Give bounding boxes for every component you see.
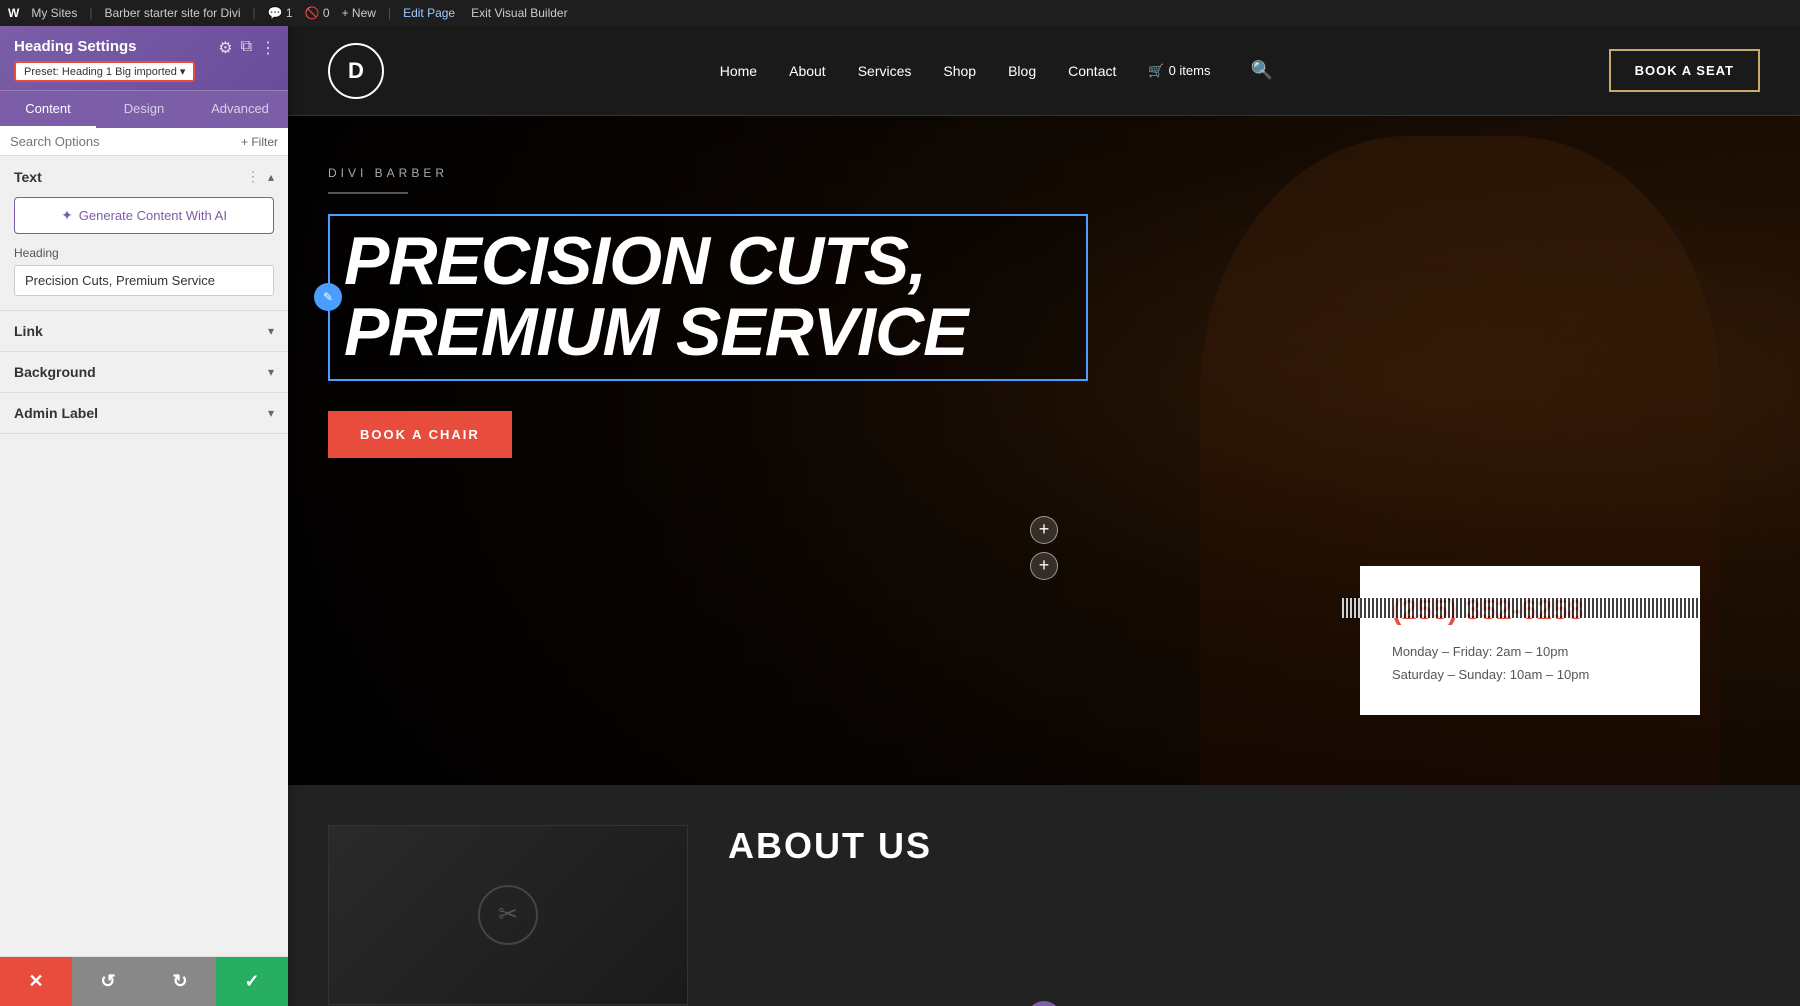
panel-footer: ✕ ↺ ↻ ✓ bbox=[0, 956, 288, 1006]
preset-badge[interactable]: Preset: Heading 1 Big imported ▾ bbox=[14, 61, 195, 82]
about-title: ABOUT US bbox=[728, 825, 932, 867]
nav-services[interactable]: Services bbox=[858, 63, 912, 79]
save-button[interactable]: ✓ bbox=[216, 957, 288, 1006]
tab-content[interactable]: Content bbox=[0, 91, 96, 128]
site-title-link[interactable]: Barber starter site for Divi bbox=[104, 6, 240, 20]
tab-design[interactable]: Design bbox=[96, 91, 192, 128]
comments-icon[interactable]: 💬 1 bbox=[268, 6, 293, 20]
hero-tag: DIVI BARBER bbox=[328, 166, 1760, 180]
hero-content: DIVI BARBER ✎ PRECISION CUTS, PREMIUM SE… bbox=[288, 116, 1800, 498]
my-sites-link[interactable]: My Sites bbox=[31, 6, 77, 20]
panel-tabs: Content Design Advanced bbox=[0, 90, 288, 128]
panel-header: Heading Settings Preset: Heading 1 Big i… bbox=[0, 26, 288, 90]
undo-button[interactable]: ↺ bbox=[72, 957, 144, 1006]
duplicate-icon[interactable]: ⧉ bbox=[241, 38, 252, 58]
section-link-chevron[interactable]: ▾ bbox=[268, 324, 274, 338]
section-text: Text ⋮ ▴ ✦ Generate Content With AI Head… bbox=[0, 156, 288, 311]
about-section: ✂ ABOUT US ⋯ bbox=[288, 785, 1800, 1006]
about-image-placeholder: ✂ bbox=[478, 885, 538, 945]
heading-selected-box[interactable]: ✎ PRECISION CUTS, PREMIUM SERVICE bbox=[328, 214, 1088, 381]
nav-home[interactable]: Home bbox=[720, 63, 757, 79]
section-text-title: Text bbox=[14, 169, 42, 185]
section-link: Link ▾ bbox=[0, 311, 288, 352]
filter-button[interactable]: + Filter bbox=[241, 135, 278, 149]
more-icon[interactable]: ⋮ bbox=[260, 38, 276, 58]
hero-bottom: (255) 352-6258 Monday – Friday: 2am – 10… bbox=[288, 598, 1800, 785]
website-preview: D Home About Services Shop Blog Contact … bbox=[288, 26, 1800, 1006]
heading-edit-icon[interactable]: ✎ bbox=[314, 283, 342, 311]
section-background-header[interactable]: Background ▾ bbox=[0, 352, 288, 392]
add-row-button-1[interactable]: + bbox=[1030, 516, 1058, 544]
search-bar: + Filter bbox=[0, 128, 288, 156]
search-input[interactable] bbox=[10, 134, 235, 149]
nav-cart[interactable]: 🛒 0 items bbox=[1148, 63, 1210, 79]
book-seat-button[interactable]: BOOK A SEAT bbox=[1609, 49, 1760, 92]
nav-blog[interactable]: Blog bbox=[1008, 63, 1036, 79]
section-background: Background ▾ bbox=[0, 352, 288, 393]
panel-header-icons: ⚙ ⧉ ⋮ bbox=[218, 38, 276, 58]
heading-field-label: Heading bbox=[14, 246, 274, 260]
hours-weekend: Saturday – Sunday: 10am – 10pm bbox=[1392, 663, 1668, 686]
wp-icon[interactable]: W bbox=[8, 6, 19, 20]
redo-button[interactable]: ↻ bbox=[144, 957, 216, 1006]
nav-shop[interactable]: Shop bbox=[943, 63, 976, 79]
site-nav: D Home About Services Shop Blog Contact … bbox=[288, 26, 1800, 116]
section-text-header[interactable]: Text ⋮ ▴ bbox=[0, 156, 288, 197]
section-admin-label-header[interactable]: Admin Label ▾ bbox=[0, 393, 288, 433]
section-background-title: Background bbox=[14, 364, 96, 380]
hours-weekday: Monday – Friday: 2am – 10pm bbox=[1392, 640, 1668, 663]
tab-advanced[interactable]: Advanced bbox=[192, 91, 288, 128]
admin-bar: W My Sites | Barber starter site for Div… bbox=[0, 0, 1800, 26]
hero-section: DIVI BARBER ✎ PRECISION CUTS, PREMIUM SE… bbox=[288, 116, 1800, 785]
section-admin-label-title: Admin Label bbox=[14, 405, 98, 421]
exit-visual-builder-link[interactable]: Exit Visual Builder bbox=[471, 6, 568, 20]
new-link[interactable]: + New bbox=[342, 6, 376, 20]
heading-input[interactable] bbox=[14, 265, 274, 296]
section-text-chevron[interactable]: ▴ bbox=[268, 170, 274, 184]
about-image: ✂ bbox=[328, 825, 688, 1005]
add-row-button-2[interactable]: + bbox=[1030, 552, 1058, 580]
nav-search-icon[interactable]: 🔍 bbox=[1250, 60, 1272, 81]
about-text-area: ABOUT US bbox=[728, 825, 932, 867]
section-admin-label-chevron[interactable]: ▾ bbox=[268, 406, 274, 420]
nav-links: Home About Services Shop Blog Contact 🛒 … bbox=[720, 60, 1273, 81]
hero-divider bbox=[328, 192, 408, 194]
main-layout: Heading Settings Preset: Heading 1 Big i… bbox=[0, 26, 1800, 1006]
hero-heading: PRECISION CUTS, PREMIUM SERVICE bbox=[344, 226, 1072, 369]
section-link-title: Link bbox=[14, 323, 43, 339]
nav-about[interactable]: About bbox=[789, 63, 826, 79]
about-more-button[interactable]: ⋯ bbox=[1027, 1001, 1061, 1006]
left-panel: Heading Settings Preset: Heading 1 Big i… bbox=[0, 26, 288, 1006]
nav-contact[interactable]: Contact bbox=[1068, 63, 1116, 79]
panel-content: Text ⋮ ▴ ✦ Generate Content With AI Head… bbox=[0, 156, 288, 956]
book-chair-button[interactable]: BOOK A CHAIR bbox=[328, 411, 512, 458]
section-admin-label: Admin Label ▾ bbox=[0, 393, 288, 434]
section-text-dots[interactable]: ⋮ bbox=[246, 168, 260, 185]
section-link-header[interactable]: Link ▾ bbox=[0, 311, 288, 351]
site-logo: D bbox=[328, 43, 384, 99]
section-background-chevron[interactable]: ▾ bbox=[268, 365, 274, 379]
section-text-body: ✦ Generate Content With AI Heading bbox=[0, 197, 288, 310]
comment-count: 🚫 0 bbox=[305, 6, 330, 20]
gear-icon[interactable]: ⚙ bbox=[218, 38, 232, 58]
cancel-button[interactable]: ✕ bbox=[0, 957, 72, 1006]
contact-card: (255) 352-6258 Monday – Friday: 2am – 10… bbox=[1360, 566, 1700, 715]
ai-icon: ✦ bbox=[61, 207, 73, 224]
ai-generate-button[interactable]: ✦ Generate Content With AI bbox=[14, 197, 274, 234]
contact-hours: Monday – Friday: 2am – 10pm Saturday – S… bbox=[1392, 640, 1668, 687]
edit-page-link[interactable]: Edit Page bbox=[403, 6, 455, 20]
